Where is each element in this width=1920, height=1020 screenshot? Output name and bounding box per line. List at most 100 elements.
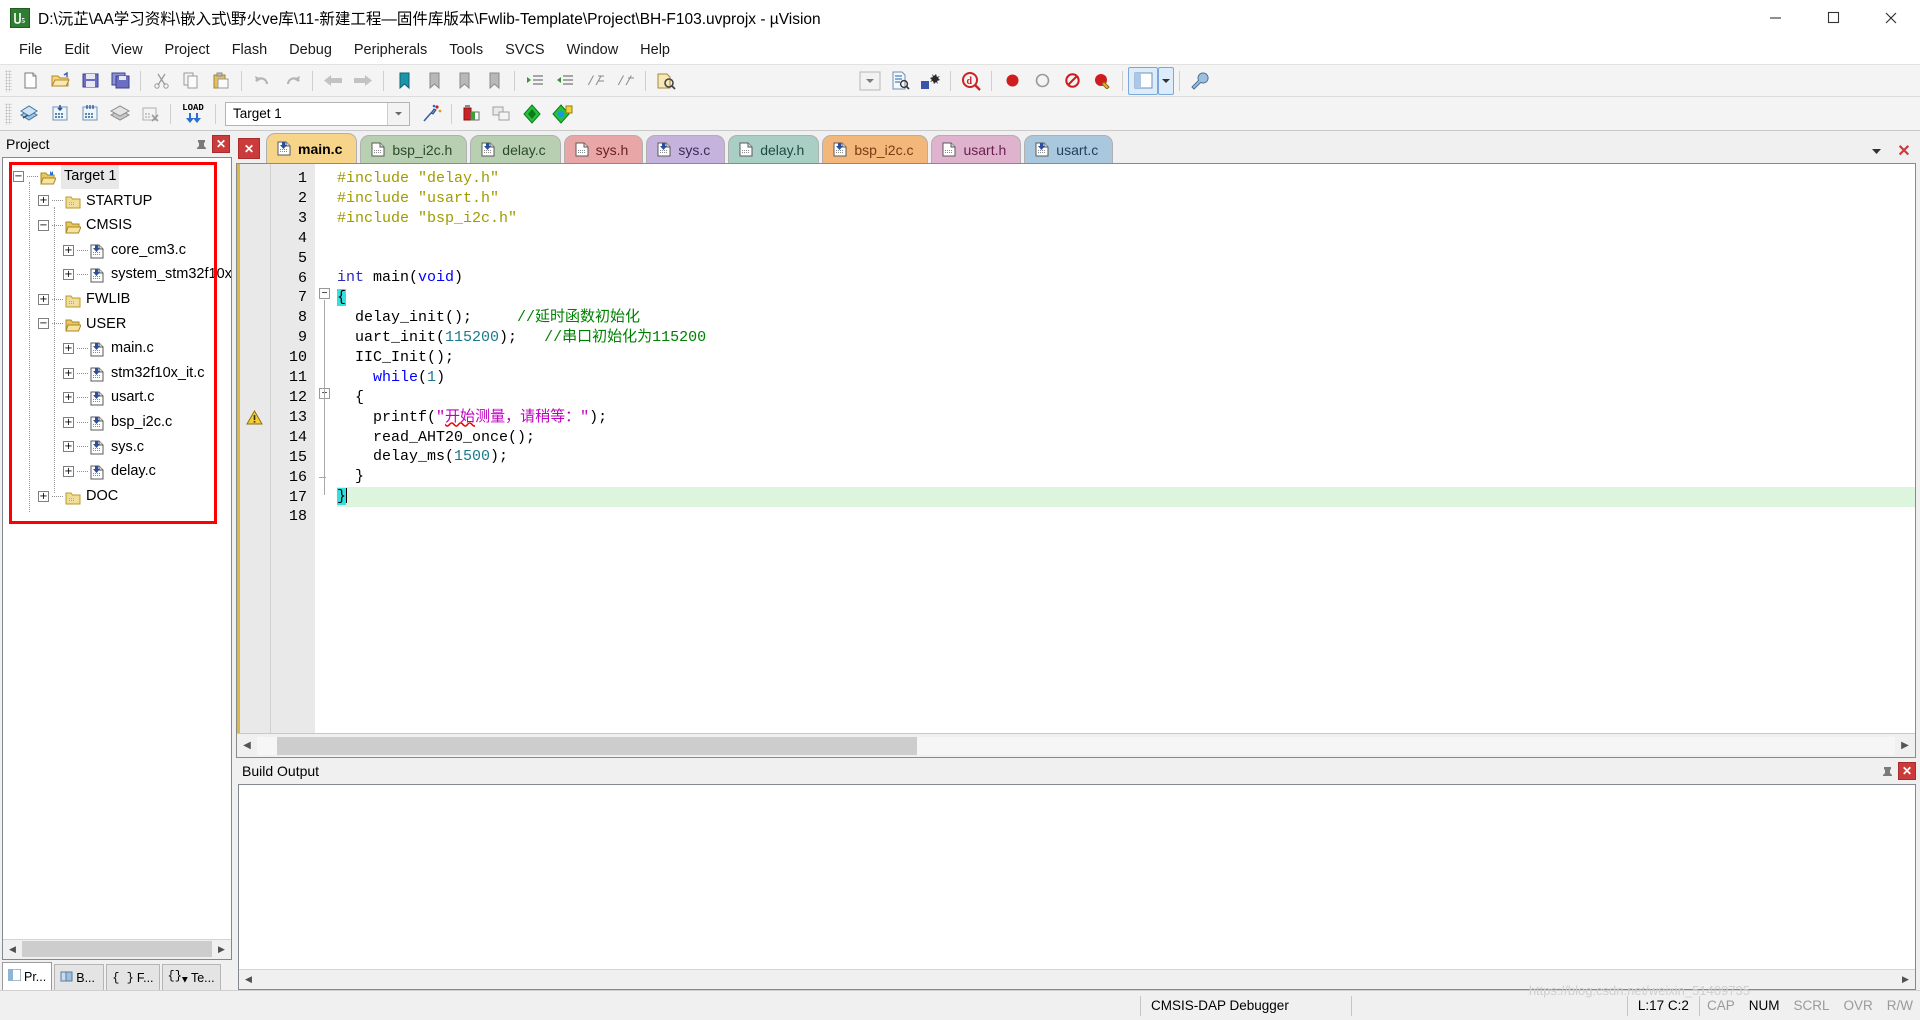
menu-debug[interactable]: Debug	[278, 38, 343, 62]
batch-build-icon[interactable]	[105, 100, 135, 128]
tree-item-stm32f10x-it-c[interactable]: + stm32f10x_it.c	[13, 361, 231, 386]
project-pane-tab-3[interactable]: {}▼ Te...	[161, 964, 221, 990]
bookmark-next-icon[interactable]	[449, 67, 479, 95]
expand-icon[interactable]: +	[63, 244, 74, 256]
tree-item-system-stm32f10x-c[interactable]: + system_stm32f10x.c	[13, 262, 231, 287]
configure-toolbar-icon[interactable]	[1185, 67, 1215, 95]
editor-hscroll-thumb[interactable]	[277, 736, 917, 755]
expand-icon[interactable]: +	[38, 195, 49, 207]
dropdown-arrow-icon[interactable]	[855, 67, 885, 95]
status-indicator-num[interactable]: NUM	[1742, 991, 1787, 1020]
expand-icon[interactable]: +	[63, 416, 74, 428]
build-output-hscrollbar[interactable]: ◀ ▶	[239, 969, 1915, 989]
magnifier-icon[interactable]: d	[956, 67, 986, 95]
code-line-13[interactable]: printf("开始测量，请稍等：");	[337, 408, 1915, 428]
bookmark-prev-icon[interactable]	[419, 67, 449, 95]
target-select[interactable]: Target 1	[225, 101, 410, 126]
tree-item-bsp-i2c-c[interactable]: + bsp_i2c.c	[13, 410, 231, 435]
code-line-9[interactable]: uart_init(115200); //串口初始化为115200	[337, 328, 1915, 348]
editor-tab-usart-c[interactable]: usart.c	[1024, 135, 1114, 163]
tree-item-cmsis[interactable]: − CMSIS	[13, 213, 231, 238]
project-tree-hscrollbar[interactable]: ◀ ▶	[3, 939, 231, 959]
find-in-files-icon[interactable]	[651, 67, 681, 95]
minimize-button[interactable]	[1746, 0, 1804, 36]
status-indicator-cap[interactable]: CAP	[1700, 991, 1742, 1020]
insert-breakpoint-icon[interactable]	[997, 67, 1027, 95]
code-line-6[interactable]: int main(void)	[337, 268, 1915, 288]
collapse-icon[interactable]: −	[13, 170, 24, 182]
kill-all-breakpoints-icon[interactable]	[1057, 67, 1087, 95]
fold-collapse-icon[interactable]: −	[319, 288, 330, 300]
expand-icon[interactable]: +	[38, 293, 49, 305]
translate-icon[interactable]	[15, 100, 45, 128]
tree-item-delay-c[interactable]: + delay.c	[13, 459, 231, 484]
stop-build-icon[interactable]	[135, 100, 165, 128]
editor-tab-bsp-i2c-h[interactable]: bsp_i2c.h	[360, 135, 468, 163]
editor-tab-delay-h[interactable]: delay.h	[728, 135, 820, 163]
editor-hscroll-track[interactable]	[257, 736, 1895, 755]
scroll-right-icon[interactable]: ▶	[212, 940, 231, 959]
tree-item-fwlib[interactable]: + FWLIB	[13, 287, 231, 312]
menu-view[interactable]: View	[100, 38, 153, 62]
save-icon[interactable]	[75, 67, 105, 95]
collapse-icon[interactable]: −	[38, 219, 49, 231]
menu-window[interactable]: Window	[556, 38, 630, 62]
tree-item-sys-c[interactable]: + sys.c	[13, 435, 231, 460]
scroll-right-icon[interactable]: ▶	[1896, 970, 1915, 989]
status-indicator-scrl[interactable]: SCRL	[1786, 991, 1836, 1020]
debug-settings-icon[interactable]	[915, 67, 945, 95]
code-line-2[interactable]: #include "usart.h"	[337, 189, 1915, 209]
indent-icon[interactable]	[520, 67, 550, 95]
code-line-8[interactable]: delay_init(); //延时函数初始化	[337, 308, 1915, 328]
code-line-12[interactable]: {	[337, 388, 1915, 408]
close-document-icon[interactable]: ✕	[1896, 143, 1912, 160]
multi-project-icon[interactable]	[487, 100, 517, 128]
build-output-body[interactable]: ◀ ▶	[238, 784, 1916, 990]
navigate-back-icon[interactable]	[318, 67, 348, 95]
editor-tab-sys-h[interactable]: sys.h	[563, 135, 644, 163]
chevron-down-icon[interactable]	[1868, 143, 1884, 159]
status-indicator-ovr[interactable]: OVR	[1836, 991, 1879, 1020]
code-line-17[interactable]: }	[337, 487, 1915, 508]
pin-icon[interactable]	[192, 135, 210, 153]
disable-breakpoint-icon[interactable]	[1027, 67, 1057, 95]
expand-icon[interactable]: +	[63, 465, 74, 477]
tree-item-startup[interactable]: + STARTUP	[13, 189, 231, 214]
code-line-7[interactable]: {	[337, 288, 1915, 308]
expand-icon[interactable]: +	[63, 441, 74, 453]
cut-icon[interactable]	[146, 67, 176, 95]
tree-item-core-cm3-c[interactable]: + core_cm3.c	[13, 238, 231, 263]
uncomment-icon[interactable]: //	[610, 67, 640, 95]
scroll-left-icon[interactable]: ◀	[237, 735, 257, 757]
new-file-icon[interactable]	[15, 67, 45, 95]
undo-icon[interactable]	[247, 67, 277, 95]
close-icon[interactable]: ✕	[212, 135, 230, 153]
scroll-left-icon[interactable]: ◀	[239, 970, 258, 989]
tree-item-usart-c[interactable]: + usart.c	[13, 385, 231, 410]
code-line-18[interactable]	[337, 507, 1915, 527]
load-icon[interactable]: LOAD	[176, 100, 210, 128]
dropdown-arrow-icon[interactable]	[1158, 66, 1174, 95]
menu-flash[interactable]: Flash	[221, 38, 278, 62]
editor-tab-bsp-i2c-c[interactable]: bsp_i2c.c	[822, 135, 929, 163]
project-pane-tab-0[interactable]: Pr...	[2, 962, 53, 990]
scroll-left-icon[interactable]: ◀	[3, 940, 22, 959]
maximize-button[interactable]	[1804, 0, 1862, 36]
project-window-icon[interactable]	[1128, 66, 1158, 95]
close-button[interactable]	[1862, 0, 1920, 36]
collapse-icon[interactable]: −	[38, 318, 49, 330]
warning-icon[interactable]	[246, 409, 263, 425]
close-icon[interactable]: ✕	[1898, 762, 1916, 780]
build-icon[interactable]	[45, 100, 75, 128]
manage-run-time-env-icon[interactable]	[547, 100, 577, 128]
open-file-icon[interactable]	[45, 67, 75, 95]
toolbar-grip-2[interactable]	[5, 102, 12, 125]
scroll-right-icon[interactable]: ▶	[1895, 735, 1915, 757]
rebuild-icon[interactable]	[75, 100, 105, 128]
expand-icon[interactable]: +	[63, 367, 74, 379]
chevron-down-icon[interactable]	[387, 102, 409, 125]
marker-gutter[interactable]	[237, 164, 271, 733]
bookmark-clear-icon[interactable]	[479, 67, 509, 95]
paste-icon[interactable]	[206, 67, 236, 95]
pack-installer-icon[interactable]	[517, 100, 547, 128]
